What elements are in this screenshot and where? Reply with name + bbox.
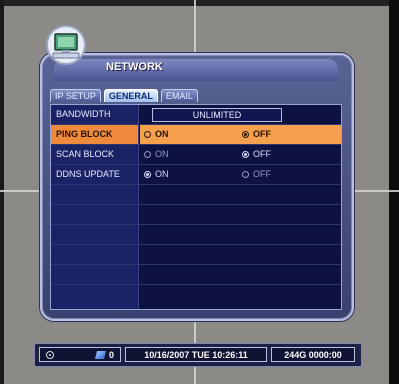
status-record-disk: 0 (39, 347, 121, 362)
scan-block-options: ON OFF (140, 145, 341, 164)
scan-block-on-option[interactable]: ON (144, 145, 169, 164)
empty-value-cell (140, 225, 341, 244)
ddns-update-off-label: OFF (253, 169, 271, 179)
empty-label-cell (51, 285, 139, 309)
ping-block-off-label: OFF (253, 129, 271, 139)
radio-on-icon (242, 131, 249, 138)
ping-block-on-label: ON (155, 129, 169, 139)
empty-value-cell (140, 245, 341, 264)
row-empty (51, 185, 341, 205)
window-title: NETWORK (106, 61, 163, 73)
empty-value-cell (140, 285, 341, 309)
scan-block-on-label: ON (155, 149, 169, 159)
ddns-update-label: DDNS UPDATE (51, 165, 139, 184)
disk-count: 0 (109, 350, 115, 360)
radio-off-icon (144, 131, 151, 138)
scan-block-label: SCAN BLOCK (51, 145, 139, 164)
bandwidth-label: BANDWIDTH (51, 105, 139, 124)
scan-block-off-option[interactable]: OFF (242, 145, 271, 164)
empty-label-cell (51, 265, 139, 284)
monitor-bezel-top (0, 0, 399, 6)
settings-tabs: IP SETUP GENERAL EMAIL (50, 89, 198, 103)
dvr-status-bar: 0 10/16/2007 TUE 10:26:11 244G 0000:00 (34, 343, 362, 367)
status-storage: 244G 0000:00 (271, 347, 355, 362)
row-bandwidth: BANDWIDTH UNLIMITED (51, 105, 341, 125)
radio-off-icon (242, 171, 249, 178)
empty-value-cell (140, 265, 341, 284)
monitor-bezel-left (0, 0, 4, 384)
empty-label-cell (51, 205, 139, 224)
empty-value-cell (140, 185, 341, 204)
empty-label-cell (51, 245, 139, 264)
ping-block-options: ON OFF (140, 125, 341, 144)
row-empty (51, 245, 341, 265)
tab-general[interactable]: GENERAL (103, 89, 158, 102)
row-scan-block: SCAN BLOCK ON OFF (51, 145, 341, 165)
tab-ip-setup[interactable]: IP SETUP (50, 89, 101, 102)
empty-value-cell (140, 205, 341, 224)
tab-email[interactable]: EMAIL (160, 89, 198, 102)
monitor-bezel-right (389, 0, 399, 384)
row-ping-block: PING BLOCK ON OFF (51, 125, 341, 145)
ddns-update-on-option[interactable]: ON (144, 165, 169, 184)
scan-block-off-label: OFF (253, 149, 271, 159)
radio-on-icon (144, 171, 151, 178)
row-empty (51, 225, 341, 245)
row-empty (51, 285, 341, 309)
empty-label-cell (51, 225, 139, 244)
ping-block-label: PING BLOCK (51, 125, 139, 144)
window-titlebar: NETWORK (54, 59, 338, 81)
radio-on-icon (242, 151, 249, 158)
settings-panel: BANDWIDTH UNLIMITED PING BLOCK ON OFF SC… (50, 104, 342, 310)
row-ddns-update: DDNS UPDATE ON OFF (51, 165, 341, 185)
disk-icon (94, 351, 107, 359)
ddns-update-off-option[interactable]: OFF (242, 165, 271, 184)
ddns-update-options: ON OFF (140, 165, 341, 184)
record-icon (46, 351, 54, 359)
status-datetime: 10/16/2007 TUE 10:26:11 (125, 347, 267, 362)
empty-label-cell (51, 185, 139, 204)
row-empty (51, 265, 341, 285)
row-empty (51, 205, 341, 225)
ping-block-off-option[interactable]: OFF (242, 125, 271, 144)
network-computer-icon (46, 25, 86, 65)
ping-block-on-option[interactable]: ON (144, 125, 169, 144)
ddns-update-on-label: ON (155, 169, 169, 179)
bandwidth-select[interactable]: UNLIMITED (152, 108, 282, 122)
radio-off-icon (144, 151, 151, 158)
bandwidth-value-cell: UNLIMITED (140, 105, 341, 124)
